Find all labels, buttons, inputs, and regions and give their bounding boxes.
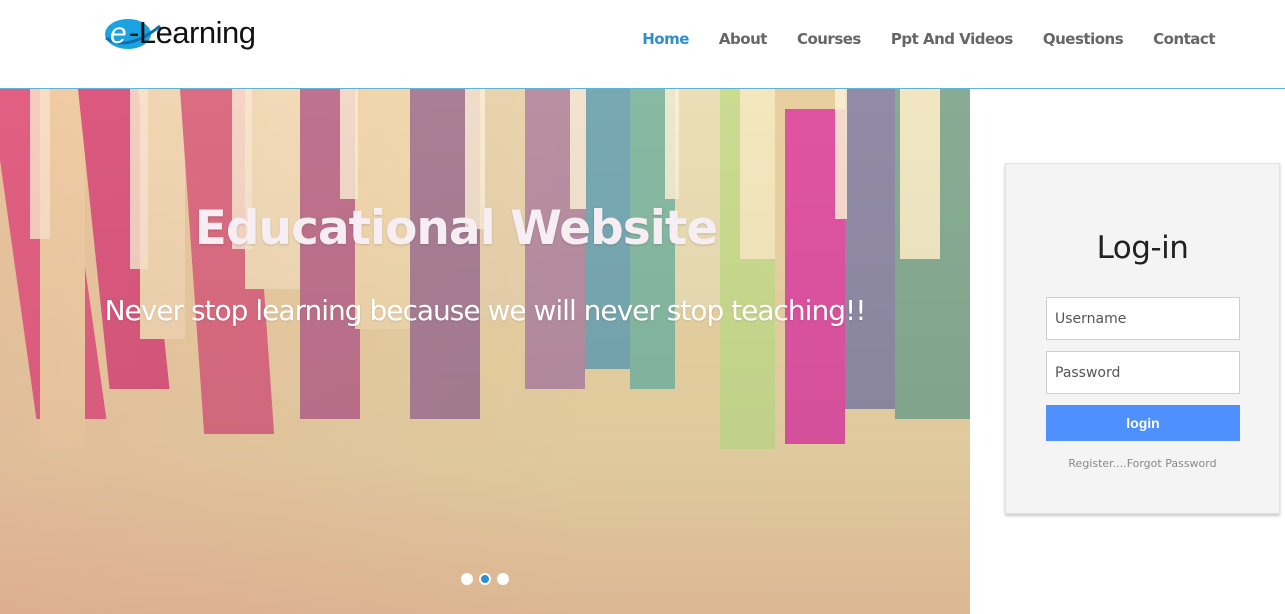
hero-color-wash: [0, 89, 970, 614]
nav-contact[interactable]: Contact: [1153, 30, 1215, 48]
password-input[interactable]: [1046, 351, 1240, 394]
hero-slider: Educational Website Never stop learning …: [0, 89, 970, 614]
nav-about[interactable]: About: [719, 30, 768, 48]
slider-pagination: [461, 573, 509, 585]
hero-title: Educational Website: [194, 201, 718, 256]
nav-questions[interactable]: Questions: [1043, 30, 1124, 48]
login-panel: Log-in login Register....Forgot Password: [1005, 163, 1280, 514]
site-header: e -Learning Home About Courses Ppt And V…: [0, 0, 1285, 89]
nav-courses[interactable]: Courses: [797, 30, 861, 48]
forgot-password-link[interactable]: Forgot Password: [1127, 457, 1217, 470]
nav-ppt-and-videos[interactable]: Ppt And Videos: [891, 30, 1014, 48]
main-nav: Home About Courses Ppt And Videos Questi…: [642, 30, 1215, 48]
link-separator: ....: [1112, 457, 1127, 470]
slide-dot-1[interactable]: [461, 573, 473, 585]
logo-text: -Learning: [129, 15, 256, 50]
nav-home[interactable]: Home: [642, 30, 689, 48]
login-button[interactable]: login: [1046, 405, 1240, 441]
register-link[interactable]: Register: [1068, 457, 1112, 470]
brand-logo[interactable]: e -Learning: [104, 14, 274, 54]
login-title: Log-in: [1096, 230, 1189, 266]
hero-subtitle: Never stop learning because we will neve…: [104, 294, 867, 327]
logo-letter: e: [110, 17, 127, 50]
username-input[interactable]: [1046, 297, 1240, 340]
login-links: Register....Forgot Password: [1006, 457, 1279, 470]
slide-dot-3[interactable]: [497, 573, 509, 585]
slide-dot-2[interactable]: [479, 573, 491, 585]
